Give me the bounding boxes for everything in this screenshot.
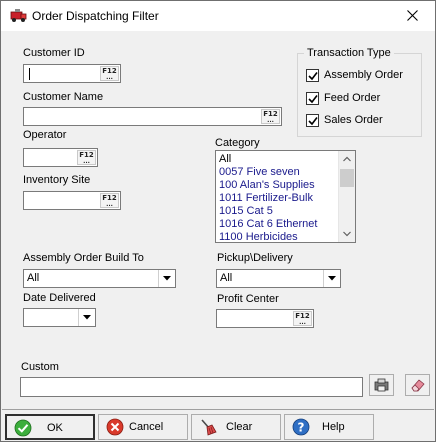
assembly-order-build-to-select[interactable]: All	[23, 269, 176, 288]
operator-input[interactable]: F12...	[23, 148, 98, 167]
eraser-icon	[411, 379, 425, 392]
operator-lookup-button[interactable]: F12...	[77, 150, 96, 165]
custom-input[interactable]	[20, 377, 363, 397]
customer-name-label: Customer Name	[23, 91, 104, 103]
scroll-down-button[interactable]	[339, 225, 355, 242]
broom-icon	[201, 419, 217, 436]
dropdown-arrow-icon	[328, 276, 336, 281]
svg-text:?: ?	[298, 421, 305, 435]
pickup-delivery-select[interactable]: All	[216, 269, 341, 288]
pickup-delivery-label: Pickup\Delivery	[217, 252, 293, 264]
assembly-order-label: Assembly Order	[324, 69, 403, 81]
customer-id-lookup-button[interactable]: F12...	[100, 66, 119, 81]
filter-builder-icon	[374, 378, 389, 392]
checkmark-icon	[308, 95, 318, 104]
profit-center-input[interactable]: F12...	[216, 309, 314, 328]
customer-name-input[interactable]: F12...	[23, 107, 282, 126]
sales-order-checkbox[interactable]	[306, 114, 319, 127]
assembly-order-checkbox[interactable]	[306, 69, 319, 82]
custom-label: Custom	[21, 361, 59, 373]
category-item[interactable]: 1011 Fertilizer-Bulk	[219, 192, 313, 205]
customer-id-label: Customer ID	[23, 47, 85, 59]
clear-button[interactable]: Clear	[191, 414, 281, 440]
checkmark-icon	[308, 72, 318, 81]
category-item[interactable]: 1100 Herbicides	[219, 231, 298, 242]
scroll-thumb[interactable]	[340, 169, 354, 187]
date-delivered-select[interactable]	[23, 308, 96, 327]
cancel-button[interactable]: Cancel	[98, 414, 188, 440]
customer-name-lookup-button[interactable]: F12...	[261, 109, 280, 124]
close-button[interactable]	[391, 1, 435, 31]
dropdown-arrow-icon	[83, 315, 91, 320]
customer-id-input[interactable]: F12...	[23, 64, 121, 83]
category-item[interactable]: 1015 Cat 5	[219, 205, 273, 218]
category-item[interactable]: 100 Alan's Supplies	[219, 179, 315, 192]
title-bar: Order Dispatching Filter	[1, 1, 435, 31]
category-label: Category	[215, 137, 260, 149]
category-item[interactable]: 1016 Cat 6 Ethernet	[219, 218, 317, 231]
sales-order-label: Sales Order	[324, 114, 383, 126]
category-listbox[interactable]: All 0057 Five seven 100 Alan's Supplies …	[215, 150, 356, 243]
truck-icon	[10, 9, 27, 22]
help-icon: ?	[292, 418, 310, 436]
selected-value: All	[220, 272, 233, 284]
checkmark-icon	[308, 117, 318, 126]
feed-order-label: Feed Order	[324, 92, 381, 104]
ok-button[interactable]: OK	[5, 414, 95, 440]
category-item[interactable]: 0057 Five seven	[219, 166, 300, 179]
inventory-site-label: Inventory Site	[23, 174, 91, 186]
scroll-up-button[interactable]	[339, 151, 355, 168]
category-item[interactable]: All	[219, 153, 231, 166]
transaction-type-legend: Transaction Type	[304, 47, 394, 59]
inventory-site-input[interactable]: F12...	[23, 191, 121, 210]
operator-label: Operator	[23, 129, 67, 141]
chevron-down-icon	[343, 231, 351, 237]
cancel-circle-icon	[106, 418, 124, 436]
help-button-label: Help	[322, 421, 345, 433]
profit-center-label: Profit Center	[217, 293, 279, 305]
text-caret	[29, 68, 30, 80]
button-bar-separator	[2, 409, 434, 410]
custom-filter-builder-button[interactable]	[369, 374, 394, 396]
date-delivered-label: Date Delivered	[23, 292, 96, 304]
ok-button-label: OK	[47, 422, 63, 434]
dropdown-button[interactable]	[158, 270, 175, 287]
order-dispatching-filter-window: Order Dispatching Filter Customer ID F12…	[0, 0, 436, 442]
assembly-order-build-to-label: Assembly Order Build To	[23, 252, 144, 264]
check-circle-icon	[14, 419, 32, 437]
close-icon	[407, 10, 418, 21]
cancel-button-label: Cancel	[129, 421, 164, 433]
dropdown-button[interactable]	[78, 309, 95, 326]
help-button[interactable]: ? Help	[284, 414, 374, 440]
window-title: Order Dispatching Filter	[32, 9, 159, 23]
dropdown-arrow-icon	[163, 276, 171, 281]
profit-center-lookup-button[interactable]: F12...	[293, 311, 312, 326]
dropdown-button[interactable]	[323, 270, 340, 287]
category-scrollbar[interactable]	[338, 151, 355, 242]
custom-erase-button[interactable]	[405, 374, 430, 396]
clear-button-label: Clear	[226, 421, 253, 433]
selected-value: All	[27, 272, 40, 284]
chevron-up-icon	[343, 156, 351, 162]
feed-order-checkbox[interactable]	[306, 92, 319, 105]
inventory-site-lookup-button[interactable]: F12...	[100, 193, 119, 208]
